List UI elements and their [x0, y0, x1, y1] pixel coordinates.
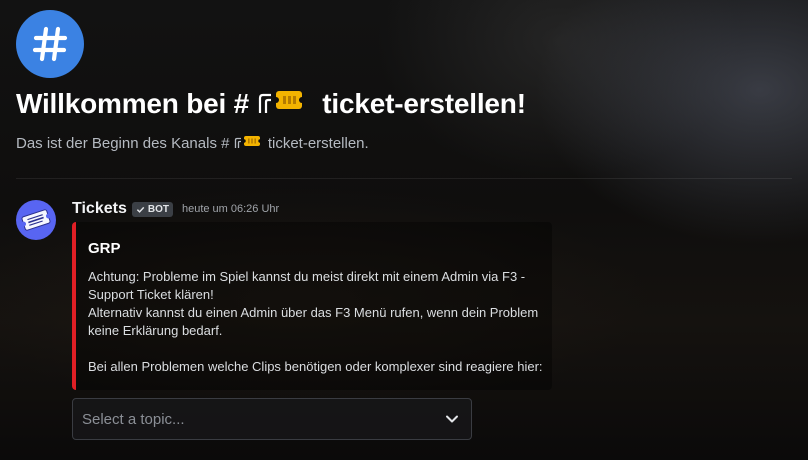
message-embed: GRP Achtung: Probleme im Spiel kannst du…	[72, 222, 552, 390]
welcome-subtitle-prefix: Das ist der Beginn des Kanals #	[16, 135, 230, 152]
embed-line	[88, 340, 558, 358]
embed-title: GRP	[88, 240, 121, 257]
embed-line: Bei allen Problemen welche Clips benötig…	[88, 359, 543, 374]
bot-tag: BOT	[131, 201, 173, 217]
welcome-subtitle-channel: ticket-erstellen.	[267, 135, 369, 152]
avatar[interactable]	[16, 200, 56, 240]
topic-select[interactable]: Select a topic...	[72, 398, 472, 440]
bot-tag-label: BOT	[147, 203, 169, 215]
welcome-channel-name: ticket-erstellen!	[322, 88, 526, 119]
channel-hash-icon	[16, 10, 84, 78]
embed-line: Achtung: Probleme im Spiel kannst du mei…	[88, 269, 526, 284]
message-header: Tickets BOT heute um 06:26 Uhr	[72, 200, 279, 218]
ticket-emoji-icon	[234, 135, 264, 153]
ticket-avatar-icon	[21, 209, 51, 231]
ticket-emoji-icon	[257, 89, 315, 122]
welcome-subtitle: Das ist der Beginn des Kanals # ticket-e…	[16, 135, 369, 153]
embed-line: Support Ticket klären!	[88, 287, 214, 302]
message-timestamp: heute um 06:26 Uhr	[181, 203, 280, 215]
welcome-title-prefix: Willkommen bei #	[16, 88, 250, 119]
embed-line: Alternativ kannst du einen Admin über da…	[88, 305, 539, 320]
chevron-down-icon[interactable]	[445, 412, 459, 426]
embed-line: keine Erklärung bedarf.	[88, 323, 223, 338]
check-icon	[136, 206, 145, 213]
divider	[16, 178, 792, 179]
embed-description: Achtung: Probleme im Spiel kannst du mei…	[88, 268, 558, 376]
username[interactable]: Tickets	[72, 200, 127, 218]
welcome-title: Willkommen bei # ticket-erstellen!	[16, 88, 526, 122]
topic-select-placeholder: Select a topic...	[82, 410, 185, 428]
